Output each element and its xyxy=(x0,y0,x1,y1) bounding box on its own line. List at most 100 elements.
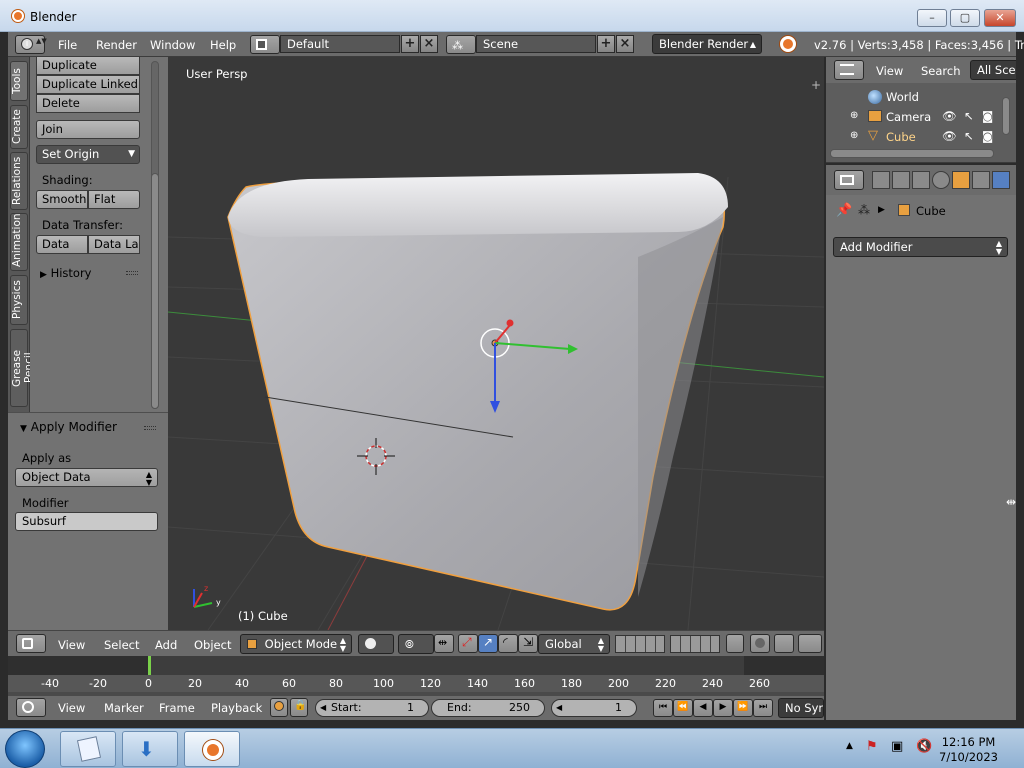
timeline-strip[interactable] xyxy=(8,656,824,675)
object-tab-icon[interactable] xyxy=(952,171,970,189)
play-reverse-button[interactable]: ◀ xyxy=(693,699,713,717)
outliner-menu-view[interactable]: View xyxy=(876,64,903,78)
start-button[interactable] xyxy=(5,730,45,768)
visibility-eye-icon[interactable]: 👁 xyxy=(942,129,957,143)
outliner-menu-search[interactable]: Search xyxy=(921,64,961,78)
outliner-vertical-scrollbar[interactable] xyxy=(1002,97,1010,135)
clock[interactable]: 12:16 PM 7/10/2023 xyxy=(939,735,998,765)
opengl-anim-button[interactable] xyxy=(798,634,822,653)
3d-viewport[interactable]: z y + User Persp (1) Cube xyxy=(168,57,824,630)
constraints-tab-icon[interactable] xyxy=(972,171,990,189)
transform-orientation-dropdown[interactable]: Global ▲ ▼ xyxy=(538,634,610,654)
network-icon[interactable]: ▣ xyxy=(891,739,903,754)
viewport-editor-type-button[interactable] xyxy=(16,634,46,653)
add-scene-button[interactable]: + xyxy=(597,35,615,53)
timeline-ruler[interactable]: -40 -20 0 20 40 60 80 100 120 140 160 18… xyxy=(8,675,824,692)
taskbar-blender[interactable] xyxy=(184,731,240,767)
duplicate-button[interactable]: Duplicate xyxy=(36,57,140,75)
menu-add[interactable]: Add xyxy=(155,638,177,652)
tab-relations[interactable]: Relations xyxy=(10,152,28,210)
minimize-button[interactable]: – xyxy=(917,9,947,27)
flat-button[interactable]: Flat xyxy=(88,190,140,209)
viewport-canvas[interactable]: z y + xyxy=(168,57,824,630)
manipulator-toggle[interactable]: ⤢ xyxy=(458,634,478,653)
join-button[interactable]: Join xyxy=(36,120,140,139)
translate-toggle[interactable]: ↗ xyxy=(478,634,498,653)
drag-handle-icon[interactable] xyxy=(144,426,156,430)
keyframe-toggle[interactable] xyxy=(270,698,288,717)
lock-layers-toggle[interactable] xyxy=(726,634,744,653)
menu-render[interactable]: Render xyxy=(96,38,137,52)
data-transfer-button[interactable]: Data xyxy=(36,235,88,254)
toolshelf-scrollbar[interactable] xyxy=(151,173,159,409)
menu-file[interactable]: File xyxy=(58,38,77,52)
next-keyframe-button[interactable]: ⏩ xyxy=(733,699,753,717)
tab-physics[interactable]: Physics xyxy=(10,275,28,325)
outliner-display-mode-dropdown[interactable]: All Scen xyxy=(970,60,1016,80)
delete-scene-button[interactable]: × xyxy=(616,35,634,53)
scene-field[interactable]: Scene xyxy=(476,35,596,53)
snap-toggle[interactable]: ⇹ xyxy=(434,634,454,653)
smooth-button[interactable]: Smooth xyxy=(36,190,88,209)
opengl-render-button[interactable] xyxy=(774,634,794,653)
modifiers-wrench-icon[interactable] xyxy=(992,171,1010,189)
outliner-row-camera[interactable]: ⊕ Camera 👁 ↖ ◙ xyxy=(826,107,1004,127)
timeline-menu-frame[interactable]: Frame xyxy=(159,701,195,715)
shading-dropdown[interactable] xyxy=(358,634,394,654)
menu-help[interactable]: Help xyxy=(210,38,236,52)
data-layout-button[interactable]: Data Lay xyxy=(88,235,140,254)
render-engine-dropdown[interactable]: Blender Render ▲▼ xyxy=(652,34,762,67)
editor-type-button[interactable]: i ▲▼ xyxy=(15,35,47,54)
timeline-menu-playback[interactable]: Playback xyxy=(211,701,262,715)
visibility-eye-icon[interactable]: 👁 xyxy=(942,109,957,123)
play-button[interactable]: ▶ xyxy=(713,699,733,717)
mode-dropdown[interactable]: Object Mode ▲ ▼ xyxy=(240,634,352,654)
rotate-toggle[interactable]: ◜ xyxy=(498,634,518,653)
menu-object[interactable]: Object xyxy=(194,638,231,652)
prev-keyframe-button[interactable]: ⏪ xyxy=(673,699,693,717)
action-center-icon[interactable]: ⚑ xyxy=(866,739,878,754)
apply-modifier-header[interactable]: ▼ Apply Modifier xyxy=(20,420,117,434)
decrement-icon[interactable]: ◀ xyxy=(320,700,326,716)
scene-tab-icon[interactable] xyxy=(912,171,930,189)
menu-window[interactable]: Window xyxy=(150,38,195,52)
tab-create[interactable]: Create xyxy=(10,105,28,149)
drag-handle-icon[interactable] xyxy=(126,271,138,275)
show-hidden-icons-chevron[interactable]: ▲ xyxy=(846,741,853,751)
menu-select[interactable]: Select xyxy=(104,638,139,652)
select-arrow-icon[interactable]: ↖ xyxy=(964,109,974,123)
properties-editor-type-button[interactable] xyxy=(834,170,864,190)
delete-button[interactable]: Delete xyxy=(36,94,140,113)
timeline-editor[interactable]: -40 -20 0 20 40 60 80 100 120 140 160 18… xyxy=(8,656,824,696)
volume-muted-icon[interactable]: 🔇 xyxy=(916,739,932,754)
add-modifier-dropdown[interactable]: Add Modifier ▲ ▼ xyxy=(833,237,1008,257)
add-layout-button[interactable]: + xyxy=(401,35,419,53)
jump-end-button[interactable]: ⏭ xyxy=(753,699,773,717)
delete-layout-button[interactable]: × xyxy=(420,35,438,53)
screen-layout-button[interactable] xyxy=(250,35,280,54)
scene-button[interactable]: ⁂ xyxy=(446,35,476,54)
outliner-row-cube[interactable]: ⊕ ▽ Cube 👁 ↖ ◙ xyxy=(826,127,1004,147)
outliner-row-world[interactable]: World xyxy=(826,87,1004,107)
timeline-editor-type-button[interactable] xyxy=(16,698,46,717)
history-panel-header[interactable]: ▶ History xyxy=(40,266,92,280)
maximize-button[interactable]: ▢ xyxy=(950,9,980,27)
expand-icon[interactable]: ⊕ xyxy=(850,130,858,141)
jump-start-button[interactable]: ⏮ xyxy=(653,699,673,717)
select-arrow-icon[interactable]: ↖ xyxy=(964,129,974,143)
manipulator-x-handle[interactable] xyxy=(506,319,514,327)
pivot-dropdown[interactable]: ⦾ xyxy=(398,634,434,654)
render-tab-icon[interactable] xyxy=(872,171,890,189)
pin-icon[interactable]: 📌 xyxy=(836,203,852,218)
decrement-icon[interactable]: ◀ xyxy=(556,700,562,716)
world-tab-icon[interactable] xyxy=(932,171,950,189)
render-layers-tab-icon[interactable] xyxy=(892,171,910,189)
layer-buttons-2[interactable] xyxy=(670,635,720,653)
scale-toggle[interactable]: ⇲ xyxy=(518,634,538,653)
screen-layout-field[interactable]: Default xyxy=(280,35,400,53)
expand-icon[interactable]: ⊕ xyxy=(850,110,858,121)
render-camera-icon[interactable]: ◙ xyxy=(982,129,993,143)
lock-toggle[interactable]: 🔒 xyxy=(290,698,308,717)
outliner-editor-type-button[interactable] xyxy=(834,60,864,80)
set-origin-dropdown[interactable]: Set Origin ▼ xyxy=(36,145,140,164)
